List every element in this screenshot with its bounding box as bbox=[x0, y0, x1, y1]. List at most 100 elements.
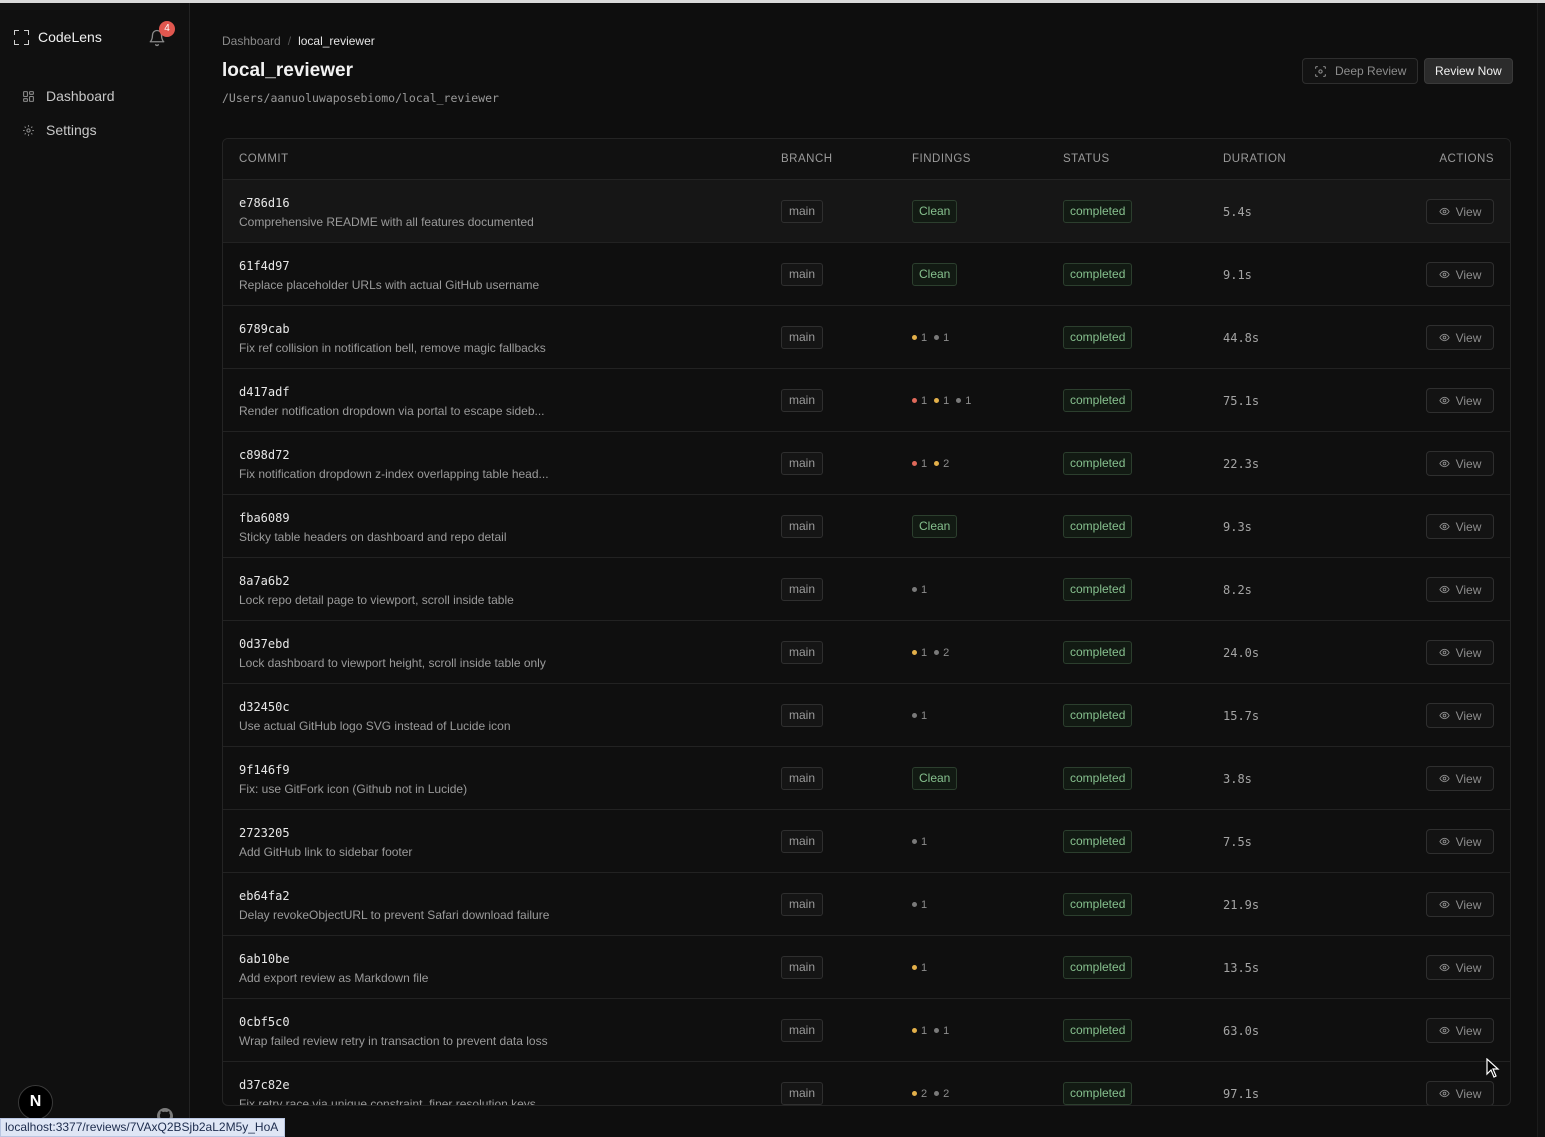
finding-count: 2 bbox=[921, 1087, 928, 1100]
avatar[interactable]: N bbox=[18, 1085, 53, 1120]
review-now-button[interactable]: Review Now bbox=[1424, 58, 1513, 84]
table-row[interactable]: 2723205 Add GitHub link to sidebar footer… bbox=[223, 810, 1510, 873]
duration: 5.4s bbox=[1223, 205, 1252, 219]
finding-count: 1 bbox=[921, 583, 928, 596]
findings-cell: 1 bbox=[912, 578, 927, 601]
view-label: View bbox=[1455, 960, 1482, 975]
view-button[interactable]: View bbox=[1426, 892, 1494, 917]
findings-cell: 1 1 1 bbox=[912, 389, 971, 412]
table-row[interactable]: 61f4d97 Replace placeholder URLs with act… bbox=[223, 243, 1510, 306]
view-button[interactable]: View bbox=[1426, 514, 1494, 539]
table-row[interactable]: c898d72 Fix notification dropdown z-index… bbox=[223, 432, 1510, 495]
view-button[interactable]: View bbox=[1426, 640, 1494, 665]
table-row[interactable]: e786d16 Comprehensive README with all fea… bbox=[223, 180, 1510, 243]
finding-count: 2 bbox=[943, 457, 950, 470]
commit-hash: 61f4d97 bbox=[239, 259, 290, 273]
table-row[interactable]: 0cbf5c0 Wrap failed review retry in trans… bbox=[223, 999, 1510, 1062]
branch-badge: main bbox=[781, 389, 824, 412]
table-row[interactable]: 0d37ebd Lock dashboard to viewport height… bbox=[223, 621, 1510, 684]
table-row[interactable]: d37c82e Fix retry race via unique constra… bbox=[223, 1062, 1510, 1105]
branch-badge: main bbox=[781, 704, 824, 727]
view-button[interactable]: View bbox=[1426, 577, 1494, 602]
branch-badge: main bbox=[781, 767, 824, 790]
breadcrumb-separator: / bbox=[287, 34, 292, 48]
eye-icon bbox=[1438, 837, 1450, 846]
table-row[interactable]: eb64fa2 Delay revokeObjectURL to prevent … bbox=[223, 873, 1510, 936]
reviews-table[interactable]: COMMIT BRANCH FINDINGS STATUS DURATION A… bbox=[222, 138, 1511, 1106]
status-badge: completed bbox=[1063, 641, 1133, 664]
status-badge: completed bbox=[1063, 389, 1133, 412]
column-header-findings: FINDINGS bbox=[912, 153, 971, 165]
finding-count: 1 bbox=[921, 709, 928, 722]
severity-warning-dot bbox=[912, 335, 917, 340]
page-title: local_reviewer bbox=[222, 60, 353, 81]
commit-hash: 0d37ebd bbox=[239, 637, 290, 651]
status-badge: completed bbox=[1063, 452, 1133, 475]
finding-count: 1 bbox=[921, 898, 928, 911]
view-button[interactable]: View bbox=[1426, 388, 1494, 413]
duration: 75.1s bbox=[1223, 394, 1260, 408]
eye-icon bbox=[1438, 774, 1450, 783]
table-row[interactable]: 9f146f9 Fix: use GitFork icon (Github not… bbox=[223, 747, 1510, 810]
view-button[interactable]: View bbox=[1426, 262, 1494, 287]
findings-cell: 12 bbox=[912, 452, 949, 475]
brand[interactable]: CodeLens bbox=[14, 29, 102, 45]
findings-clean-badge: Clean bbox=[912, 200, 958, 223]
view-button[interactable]: View bbox=[1426, 955, 1494, 980]
severity-info-dot bbox=[934, 335, 940, 340]
sidebar-item-settings[interactable]: Settings bbox=[0, 113, 189, 147]
commit-hash: 8a7a6b2 bbox=[239, 574, 290, 588]
view-button[interactable]: View bbox=[1426, 199, 1494, 224]
sidebar-item-label: Dashboard bbox=[46, 88, 115, 104]
duration: 9.3s bbox=[1223, 520, 1252, 534]
window-right-edge bbox=[1537, 3, 1545, 1137]
branch-badge: main bbox=[781, 1019, 824, 1042]
severity-info-dot bbox=[912, 713, 917, 718]
table-row[interactable]: d417adf Render notification dropdown via … bbox=[223, 369, 1510, 432]
commit-message: Lock dashboard to viewport height, scrol… bbox=[239, 656, 546, 670]
view-button[interactable]: View bbox=[1426, 766, 1494, 791]
severity-warning-dot bbox=[934, 398, 940, 403]
table-header: COMMIT BRANCH FINDINGS STATUS DURATION A… bbox=[223, 139, 1510, 180]
eye-icon bbox=[1438, 1089, 1450, 1098]
finding-count: 1 bbox=[921, 1024, 928, 1037]
duration: 22.3s bbox=[1223, 457, 1260, 471]
severity-info-dot bbox=[934, 1091, 940, 1096]
duration: 9.1s bbox=[1223, 268, 1252, 282]
table-row[interactable]: fba6089 Sticky table headers on dashboard… bbox=[223, 495, 1510, 558]
view-button[interactable]: View bbox=[1426, 451, 1494, 476]
commit-hash: e786d16 bbox=[239, 196, 290, 210]
table-body: e786d16 Comprehensive README with all fea… bbox=[223, 180, 1510, 1105]
view-label: View bbox=[1455, 897, 1482, 912]
column-header-duration: DURATION bbox=[1223, 153, 1287, 165]
table-row[interactable]: 6ab10be Add export review as Markdown fil… bbox=[223, 936, 1510, 999]
view-label: View bbox=[1455, 204, 1482, 219]
status-badge: completed bbox=[1063, 767, 1133, 790]
findings-cell: Clean bbox=[912, 515, 958, 538]
column-header-commit: COMMIT bbox=[239, 153, 289, 165]
commit-message: Render notification dropdown via portal … bbox=[239, 404, 545, 418]
view-button[interactable]: View bbox=[1426, 325, 1494, 350]
sidebar-item-dashboard[interactable]: Dashboard bbox=[0, 79, 189, 113]
view-button[interactable]: View bbox=[1426, 1018, 1494, 1043]
status-badge: completed bbox=[1063, 956, 1133, 979]
branch-badge: main bbox=[781, 893, 824, 916]
table-row[interactable]: d32450c Use actual GitHub logo SVG instea… bbox=[223, 684, 1510, 747]
breadcrumb-dashboard-link[interactable]: Dashboard bbox=[222, 34, 281, 48]
view-button[interactable]: View bbox=[1426, 1081, 1494, 1105]
branch-badge: main bbox=[781, 641, 824, 664]
table-row[interactable]: 6789cab Fix ref collision in notification… bbox=[223, 306, 1510, 369]
view-label: View bbox=[1455, 1023, 1482, 1038]
view-button[interactable]: View bbox=[1426, 829, 1494, 854]
status-badge: completed bbox=[1063, 578, 1133, 601]
commit-message: Add GitHub link to sidebar footer bbox=[239, 845, 413, 859]
table-row[interactable]: 8a7a6b2 Lock repo detail page to viewport… bbox=[223, 558, 1510, 621]
findings-clean-badge: Clean bbox=[912, 767, 958, 790]
duration: 8.2s bbox=[1223, 583, 1252, 597]
findings-clean-badge: Clean bbox=[912, 515, 958, 538]
eye-icon bbox=[1438, 585, 1450, 594]
deep-review-button[interactable]: Deep Review bbox=[1302, 58, 1419, 84]
view-button[interactable]: View bbox=[1426, 703, 1494, 728]
view-label: View bbox=[1455, 330, 1482, 345]
status-badge: completed bbox=[1063, 263, 1133, 286]
